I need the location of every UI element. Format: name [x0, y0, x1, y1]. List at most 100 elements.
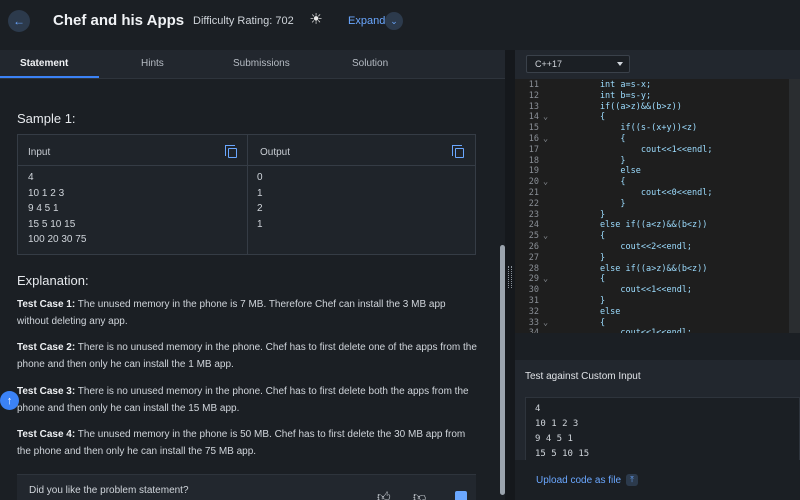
fold-chevron-icon[interactable]: ⌄	[543, 318, 548, 329]
code-line: 22 }	[515, 199, 800, 210]
test-case-1: Test Case 1: The unused memory in the ph…	[17, 296, 477, 330]
code-text: cout<<1<<endl;	[559, 144, 713, 155]
explanation-heading: Explanation:	[17, 273, 89, 288]
output-label: Output	[260, 147, 291, 158]
io-divider	[247, 135, 248, 254]
line-number: 24	[528, 220, 539, 231]
code-line: 32 else	[515, 307, 800, 318]
test-case-label: Test Case 4:	[17, 429, 76, 440]
upload-code-link[interactable]: Upload code as file	[536, 475, 621, 486]
report-icon[interactable]	[455, 491, 467, 500]
code-line: 19 else	[515, 166, 800, 177]
code-text: }	[559, 296, 606, 306]
tab-hints[interactable]: Hints	[141, 58, 164, 69]
line-number: 18	[528, 155, 539, 166]
tab-submissions[interactable]: Submissions	[233, 58, 290, 69]
test-case-label: Test Case 3:	[17, 386, 76, 397]
code-line: 33 ⌄ {	[515, 318, 800, 329]
upload-icon[interactable]: ⤒	[626, 474, 638, 486]
custom-input-title: Test against Custom Input	[525, 371, 641, 382]
line-number: 20	[528, 177, 539, 188]
thumbs-up-icon[interactable]: 👍︎	[377, 489, 391, 500]
thumbs-down-icon[interactable]: 👎︎	[413, 489, 426, 500]
test-case-4: Test Case 4: The unused memory in the ph…	[17, 426, 477, 460]
code-line: 30 cout<<1<<endl;	[515, 285, 800, 296]
code-editor[interactable]: 11 int a=s-x; 12 int b=s-y; 13 if((a>z)&&(…	[515, 79, 800, 333]
top-header: ← Chef and his Apps Difficulty Rating: 7…	[0, 0, 800, 45]
expand-link[interactable]: Expand	[348, 15, 385, 27]
custom-input-line: 4	[535, 404, 541, 414]
input-values: 4 10 1 2 3 9 4 5 1 15 5 10 15 100 20 30 …	[28, 170, 86, 248]
code-text: cout<<1<<endl;	[559, 285, 693, 296]
statement-panel: Sample 1: Input Output 4 10 1 2 3 9 4 5 …	[0, 80, 505, 500]
custom-input-line: 9 4 5 1	[535, 434, 573, 444]
language-select[interactable]: C++17	[526, 55, 630, 73]
chevron-down-icon[interactable]: ⌄	[385, 12, 403, 30]
editor-scrollbar[interactable]	[789, 79, 800, 333]
output-line: 1	[257, 218, 263, 230]
code-line: 27 }	[515, 253, 800, 264]
line-number: 15	[528, 123, 539, 134]
scroll-top-icon[interactable]: ↑	[0, 391, 19, 410]
fold-chevron-icon[interactable]: ⌄	[543, 134, 548, 145]
code-line: 12 int b=s-y;	[515, 91, 800, 102]
custom-input-line: 15 5 10 15	[535, 449, 590, 459]
code-line: 24 else if((a<z)&&(b<z))	[515, 220, 800, 231]
code-text: {	[559, 177, 626, 188]
line-number: 13	[528, 101, 539, 112]
line-number: 31	[528, 296, 539, 306]
test-case-label: Test Case 2:	[17, 342, 76, 353]
code-text: {	[559, 112, 606, 123]
line-number: 23	[528, 209, 539, 220]
code-line: 14 ⌄ {	[515, 112, 800, 123]
sample-heading: Sample 1:	[17, 111, 76, 126]
copy-input-icon[interactable]	[225, 145, 237, 158]
code-line: 20 ⌄ {	[515, 177, 800, 188]
sample-io-box: Input Output 4 10 1 2 3 9 4 5 1 15 5 10 …	[17, 134, 476, 255]
code-text: else	[559, 166, 641, 177]
sun-icon[interactable]: ☀	[308, 12, 324, 28]
copy-output-icon[interactable]	[452, 145, 464, 158]
test-case-text: The unused memory in the phone is 50 MB.…	[17, 429, 466, 457]
code-text: if((a>z)&&(b>z))	[559, 101, 682, 112]
line-number: 28	[528, 263, 539, 274]
code-text: if((s-(x+y))<z)	[559, 123, 698, 134]
code-text: cout<<2<<endl;	[559, 242, 693, 252]
code-text: {	[559, 317, 606, 328]
tab-statement[interactable]: Statement	[20, 58, 68, 69]
code-text: int a=s-x;	[559, 80, 652, 90]
code-text: }	[559, 252, 606, 263]
code-line: 15 if((s-(x+y))<z)	[515, 123, 800, 134]
code-line: 18 }	[515, 156, 800, 167]
custom-input-textarea[interactable]: 4 10 1 2 3 9 4 5 1 15 5 10 15	[525, 397, 800, 462]
difficulty-rating: Difficulty Rating: 702	[193, 15, 294, 27]
problem-title: Chef and his Apps	[53, 12, 185, 29]
input-line: 4	[28, 172, 34, 183]
code-text: }	[559, 198, 626, 209]
code-text: else if((a<z)&&(b<z))	[559, 220, 708, 231]
line-number: 32	[528, 306, 539, 317]
line-number: 19	[528, 166, 539, 177]
code-text: int b=s-y;	[559, 90, 652, 101]
fold-chevron-icon[interactable]: ⌄	[543, 231, 548, 242]
code-text: }	[559, 155, 626, 166]
output-line: 1	[257, 187, 263, 199]
custom-input-line: 10 1 2 3	[535, 419, 579, 429]
output-line: 2	[257, 203, 263, 214]
line-number: 33	[528, 317, 539, 328]
tab-solution[interactable]: Solution	[352, 58, 388, 69]
input-label: Input	[28, 147, 51, 158]
back-arrow-icon[interactable]: ←	[8, 10, 30, 32]
fold-chevron-icon[interactable]: ⌄	[543, 177, 548, 188]
input-line: 15 5 10 15	[28, 218, 76, 230]
code-line: 17 cout<<1<<endl;	[515, 145, 800, 156]
fold-chevron-icon[interactable]: ⌄	[543, 274, 548, 285]
caret-down-icon[interactable]	[617, 62, 623, 66]
code-text: {	[559, 231, 606, 242]
code-line: 16 ⌄ {	[515, 134, 800, 145]
test-case-text: There is no unused memory in the phone. …	[17, 386, 469, 414]
line-number: 29	[528, 274, 539, 285]
fold-chevron-icon[interactable]: ⌄	[543, 112, 548, 123]
splitter-grip-icon[interactable]	[508, 266, 512, 288]
code-line: 26 cout<<2<<endl;	[515, 242, 800, 253]
